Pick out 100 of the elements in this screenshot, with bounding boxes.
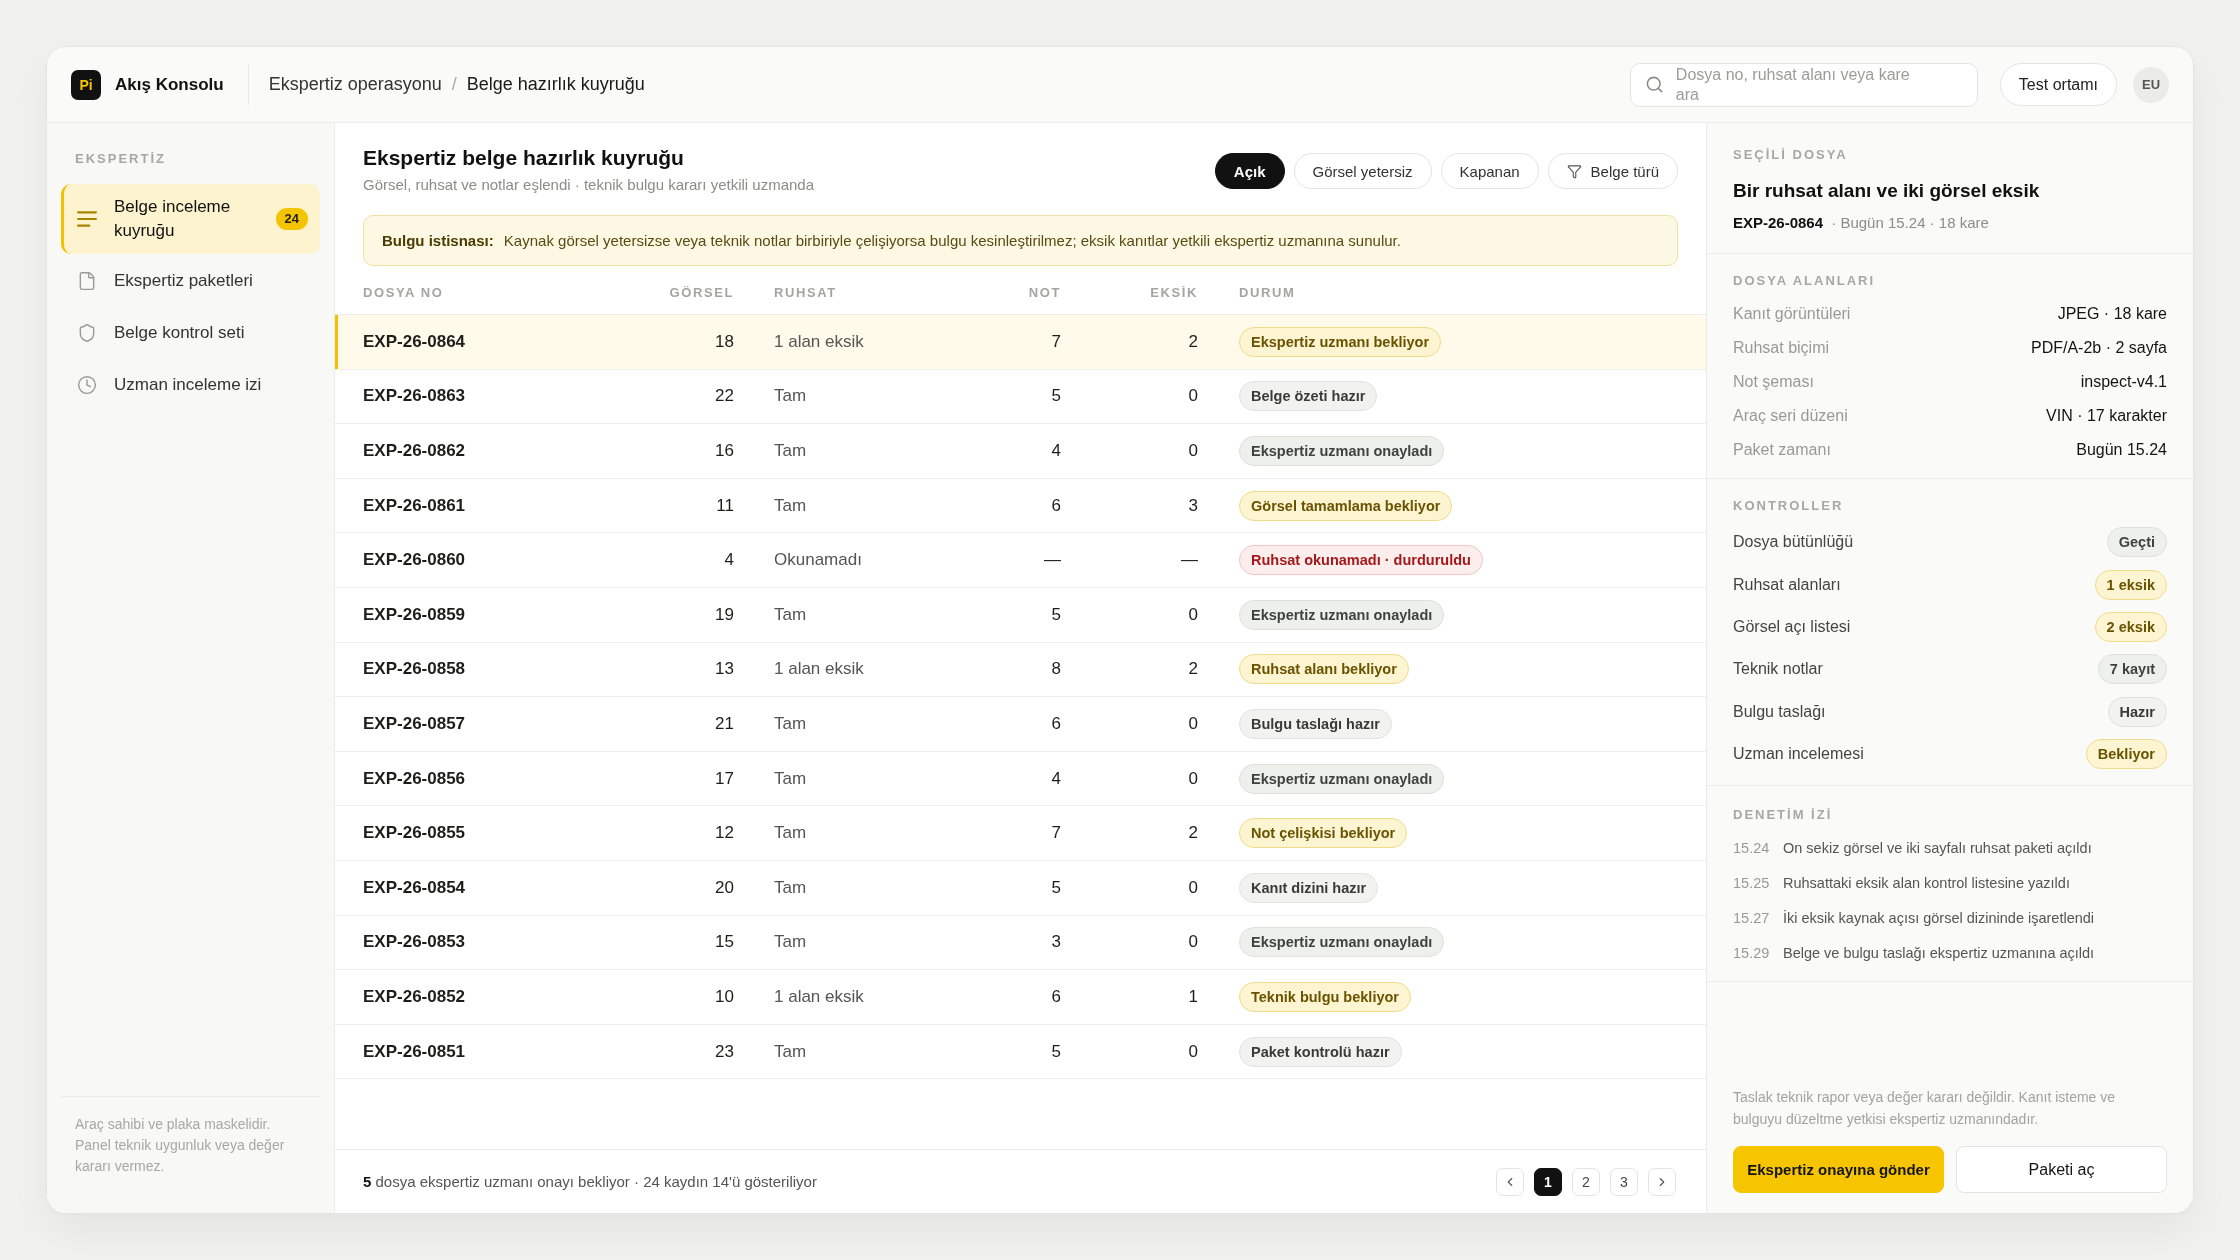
table-row[interactable]: EXP-26-0862 16 Tam 4 0 Ekspertiz uzmanı onayladı	[335, 424, 1706, 479]
submit-button[interactable]: Ekspertiz onayına gönder	[1733, 1146, 1944, 1193]
filter-chip[interactable]: Açık	[1214, 153, 1285, 189]
status-badge: Bekliyor	[2085, 739, 2167, 770]
status-badge: Not çelişkisi bekliyor	[1239, 818, 1408, 849]
column-header: EKSİK	[1150, 284, 1198, 300]
table-row[interactable]: EXP-26-0855 12 Tam 7 2 Not çelişkisi bekliyor	[335, 806, 1706, 861]
status-badge: Ekspertiz uzmanı onayladı	[1239, 599, 1445, 630]
section-label: KONTROLLER	[1733, 498, 1844, 514]
breadcrumb-current: Belge hazırlık kuyruğu	[466, 74, 645, 95]
sidebar-item[interactable]: Belge kontrol seti	[61, 308, 320, 358]
table-cell: 5	[1051, 386, 1061, 407]
search-field[interactable]: Dosya no, ruhsat alanı veya kare ara	[1629, 62, 1978, 107]
status-badge: Kanıt dizini hazır	[1239, 872, 1379, 903]
table-row[interactable]: EXP-26-0861 11 Tam 6 3 Görsel tamamlama bekliyor	[335, 478, 1706, 534]
table-cell: EXP-26-0855	[363, 823, 466, 844]
table-cell: 3	[1051, 932, 1061, 953]
section-label: DENETİM İZİ	[1733, 807, 1833, 824]
table-cell: EXP-26-0860	[363, 550, 466, 571]
table-cell: EXP-26-0856	[363, 768, 466, 789]
audit-time: 15.24	[1733, 839, 1769, 856]
footer-summary: 5 dosya ekspertiz uzmanı onayı bekliyor · 24 kaydın 14'ü gösteriliyor	[363, 1173, 817, 1190]
table-row[interactable]: EXP-26-0864 18 1 alan eksik 7 2 Ekspertiz uzmanı bekliyor	[335, 315, 1706, 370]
table-cell: EXP-26-0851	[363, 1041, 466, 1062]
app-name: Akış Konsolu	[115, 74, 224, 95]
table-row[interactable]: EXP-26-0856 17 Tam 4 0 Ekspertiz uzmanı onayladı	[335, 751, 1706, 807]
open-button[interactable]: Paketi aç	[1956, 1146, 2167, 1193]
audit-text: Belge ve bulgu taslağı ekspertiz uzmanına açıldı	[1783, 944, 2095, 961]
table-cell: 5	[1051, 877, 1061, 898]
table-row[interactable]: EXP-26-0858 13 1 alan eksik 8 2 Ruhsat alanı bekliyor	[335, 642, 1706, 698]
table-cell: 0	[1188, 877, 1198, 898]
filter-chip[interactable]: Kapanan	[1440, 153, 1539, 189]
table-row[interactable]: EXP-26-0863 22 Tam 5 0 Belge özeti hazır	[335, 369, 1706, 425]
table-cell: —	[1181, 550, 1198, 571]
list-lines-icon	[77, 209, 97, 229]
sidebar-section-label: EKSPERTİZ	[75, 151, 166, 167]
table-cell: EXP-26-0862	[363, 441, 466, 461]
status-badge: Teknik bulgu bekliyor	[1239, 981, 1411, 1012]
column-header: RUHSAT	[774, 284, 837, 300]
audit-time: 15.25	[1733, 874, 1769, 891]
page-button[interactable]: 3	[1610, 1167, 1638, 1196]
table-cell: 8	[1051, 659, 1061, 680]
table-cell: 13	[715, 659, 734, 680]
sidebar-item[interactable]: Ekspertiz paketleri	[61, 256, 320, 306]
check-label: Uzman incelemesi	[1733, 745, 1864, 764]
next-page-button[interactable]	[1648, 1167, 1676, 1196]
table-cell: 16	[715, 441, 734, 461]
table-row[interactable]: EXP-26-0851 23 Tam 5 0 Paket kontrolü hazır	[335, 1024, 1706, 1080]
table-cell: EXP-26-0863	[363, 386, 466, 407]
table-cell: Tam	[774, 713, 807, 734]
status-badge: Paket kontrolü hazır	[1239, 1036, 1402, 1067]
shield-icon	[77, 323, 97, 343]
table-cell: 2	[1188, 331, 1198, 352]
page-subtitle: Görsel, ruhsat ve notlar eşlendi · teknik bulgu kararı yetkili uzmanda	[363, 175, 815, 195]
table-cell: EXP-26-0857	[363, 713, 466, 734]
field-value: inspect-v4.1	[2080, 373, 2167, 391]
table-cell: 6	[1051, 713, 1061, 734]
table-cell: Tam	[774, 932, 807, 953]
table-row[interactable]: EXP-26-0860 4 Okunamadı — — Ruhsat okunamadı · durduruldu	[335, 533, 1706, 588]
table-cell: Tam	[774, 823, 807, 844]
status-badge: 7 kayıt	[2097, 654, 2167, 685]
check-label: Dosya bütünlüğü	[1733, 533, 1854, 552]
table-row[interactable]: EXP-26-0859 19 Tam 5 0 Ekspertiz uzmanı onayladı	[335, 587, 1706, 643]
sidebar-item[interactable]: Belge inceleme kuyruğu 24	[61, 184, 320, 254]
environment-button[interactable]: Test ortamı	[1999, 63, 2117, 106]
table-cell: 5	[1051, 1041, 1061, 1062]
detail-meta: EXP-26-0864 · Bugün 15.24 · 18 kare	[1733, 213, 1990, 233]
table-cell: 4	[1051, 768, 1061, 789]
audit-time: 15.29	[1733, 944, 1769, 961]
table-row[interactable]: EXP-26-0852 10 1 alan eksik 6 1 Teknik bulgu bekliyor	[335, 970, 1706, 1025]
table-cell: 1	[1188, 986, 1198, 1007]
table-cell: EXP-26-0858	[363, 659, 466, 680]
filter-dropdown[interactable]: Belge türü	[1547, 153, 1678, 189]
notice-banner: Bulgu istisnası: Kaynak görsel yetersizse veya teknik notlar birbiriyle çelişiyorsa bulgu kesinleştirilmez; eksik kanıtlar yetkili ekspertiz uzmanına sunulur.	[363, 215, 1678, 266]
table-cell: 18	[715, 331, 734, 352]
table-cell: Tam	[774, 604, 807, 625]
audit-text: İki eksik kaynak açısı görsel dizininde işaretlendi	[1783, 909, 2095, 926]
page-button[interactable]: 1	[1534, 1167, 1562, 1196]
table-row[interactable]: EXP-26-0853 15 Tam 3 0 Ekspertiz uzmanı onayladı	[335, 915, 1706, 971]
section-label: SEÇİLİ DOSYA	[1733, 147, 1848, 163]
app-logo: Pi	[71, 69, 101, 100]
table-cell: EXP-26-0864	[363, 331, 466, 352]
file-icon	[77, 271, 97, 291]
table-cell: 6	[1051, 986, 1061, 1007]
filter-chip[interactable]: Görsel yetersiz	[1293, 153, 1432, 189]
page-button[interactable]: 2	[1572, 1167, 1600, 1196]
status-badge: Ekspertiz uzmanı onayladı	[1239, 436, 1445, 466]
previous-page-button[interactable]	[1496, 1167, 1524, 1196]
table-cell: 0	[1188, 386, 1198, 407]
table-row[interactable]: EXP-26-0854 20 Tam 5 0 Kanıt dizini hazır	[335, 860, 1706, 916]
table-cell: 12	[715, 823, 734, 844]
sidebar-item[interactable]: Uzman inceleme izi	[61, 360, 320, 410]
breadcrumb-link[interactable]: Ekspertiz operasyonu	[268, 74, 442, 95]
check-label: Teknik notlar	[1733, 660, 1823, 679]
table-row[interactable]: EXP-26-0857 21 Tam 6 0 Bulgu taslağı hazır	[335, 697, 1706, 752]
table-cell: 22	[715, 386, 734, 407]
field-value: Bugün 15.24	[2076, 441, 2167, 459]
table-cell: 1 alan eksik	[774, 331, 864, 352]
user-avatar[interactable]: EU	[2133, 66, 2169, 103]
table-cell: 17	[715, 768, 734, 789]
